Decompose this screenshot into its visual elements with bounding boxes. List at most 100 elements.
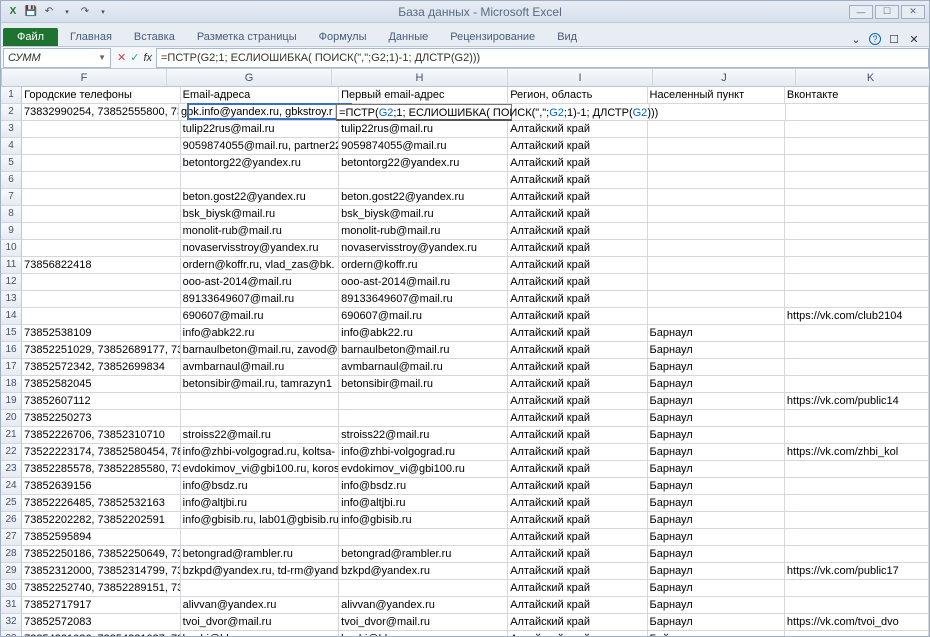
cell[interactable]: [785, 410, 929, 427]
cell[interactable]: bsk_biysk@mail.ru: [181, 206, 340, 223]
cell[interactable]: [181, 172, 340, 189]
fx-icon[interactable]: fx: [143, 52, 152, 64]
cell[interactable]: monolit-rub@mail.ru: [181, 223, 340, 240]
cell[interactable]: [648, 308, 785, 325]
cell[interactable]: 73852639156: [22, 478, 181, 495]
cell[interactable]: 73522223174, 73852580454, 7844: [22, 444, 181, 461]
cell[interactable]: Барнаул: [648, 580, 785, 597]
row-header[interactable]: 10: [1, 240, 22, 257]
cell[interactable]: [648, 206, 785, 223]
close-workbook-icon[interactable]: ✕: [907, 32, 921, 46]
cell[interactable]: [181, 529, 340, 546]
cell[interactable]: [648, 189, 785, 206]
cell[interactable]: Алтайский край: [508, 223, 647, 240]
save-icon[interactable]: 💾: [23, 4, 39, 20]
cell[interactable]: betongrad@rambler.ru: [339, 546, 508, 563]
cell[interactable]: [650, 104, 786, 121]
cell[interactable]: Барнаул: [648, 478, 785, 495]
cell[interactable]: 73852595894: [22, 529, 181, 546]
ribbon-tab[interactable]: Вид: [549, 28, 585, 46]
column-header[interactable]: I: [508, 69, 653, 86]
cell[interactable]: Алтайский край: [508, 631, 647, 636]
cell[interactable]: beton.gost22@yandex.ru: [181, 189, 340, 206]
cell[interactable]: Алтайский край: [508, 580, 647, 597]
cell[interactable]: Алтайский край: [508, 342, 647, 359]
maximize-button[interactable]: ☐: [875, 5, 899, 19]
minimize-ribbon-icon[interactable]: ⌄: [849, 32, 863, 46]
row-header[interactable]: 9: [1, 223, 22, 240]
cell[interactable]: Бийск: [648, 631, 785, 636]
cell[interactable]: novaservisstroy@yandex.ru: [339, 240, 508, 257]
close-button[interactable]: ✕: [901, 5, 925, 19]
cell[interactable]: Барнаул: [648, 342, 785, 359]
cell[interactable]: [22, 223, 181, 240]
row-header[interactable]: 1: [1, 87, 22, 104]
cell[interactable]: avmbarnaul@mail.ru: [339, 359, 508, 376]
cell[interactable]: tvoi_dvor@mail.ru: [339, 614, 508, 631]
cell[interactable]: Алтайский край: [508, 597, 647, 614]
row-header[interactable]: 7: [1, 189, 22, 206]
cell[interactable]: [181, 393, 340, 410]
ribbon-tab[interactable]: Разметка страницы: [189, 28, 305, 46]
cell[interactable]: Барнаул: [648, 325, 785, 342]
cell[interactable]: [22, 240, 181, 257]
cell[interactable]: [648, 257, 785, 274]
name-box[interactable]: СУММ ▼: [3, 48, 111, 68]
cell[interactable]: Алтайский край: [508, 172, 647, 189]
row-header[interactable]: 22: [1, 444, 22, 461]
cell[interactable]: [648, 155, 785, 172]
cell[interactable]: [785, 546, 929, 563]
ribbon-tab[interactable]: Данные: [380, 28, 436, 46]
row-header[interactable]: 2: [1, 104, 22, 121]
cell[interactable]: barnaulbeton@mail.ru, zavod@: [181, 342, 340, 359]
cell[interactable]: Email-адреса: [181, 87, 340, 104]
cell[interactable]: [785, 529, 929, 546]
cell[interactable]: [648, 274, 785, 291]
restore-window-icon[interactable]: ☐: [887, 32, 901, 46]
cell[interactable]: https://vk.com/public17: [785, 563, 929, 580]
cell[interactable]: [785, 240, 929, 257]
row-header[interactable]: 33: [1, 631, 22, 636]
cell[interactable]: [22, 172, 181, 189]
cell[interactable]: ordern@koffr.ru: [339, 257, 508, 274]
row-header[interactable]: 3: [1, 121, 22, 138]
cell[interactable]: [785, 274, 929, 291]
ribbon-tab[interactable]: Рецензирование: [442, 28, 543, 46]
undo-icon[interactable]: ↶: [41, 4, 57, 20]
cell[interactable]: 73852226706, 73852310710: [22, 427, 181, 444]
row-header[interactable]: 27: [1, 529, 22, 546]
cell[interactable]: 73852251029, 73852689177, 7385: [22, 342, 181, 359]
cell[interactable]: Барнаул: [648, 461, 785, 478]
cell[interactable]: [785, 512, 929, 529]
cell[interactable]: [785, 376, 929, 393]
row-header[interactable]: 5: [1, 155, 22, 172]
cell[interactable]: [786, 104, 929, 121]
cell[interactable]: tulip22rus@mail.ru: [339, 121, 508, 138]
cell[interactable]: [785, 121, 929, 138]
cell[interactable]: 73832990254, 73852555800, 7385: [22, 104, 179, 121]
redo-icon[interactable]: ↷: [77, 4, 93, 20]
cell[interactable]: novaservisstroy@yandex.ru: [181, 240, 340, 257]
cell[interactable]: [648, 121, 785, 138]
cell[interactable]: 73852607112: [22, 393, 181, 410]
cell[interactable]: evdokimov_vi@gbi100.ru: [339, 461, 508, 478]
row-header[interactable]: 11: [1, 257, 22, 274]
cell[interactable]: info@bsdz.ru: [339, 478, 508, 495]
cell[interactable]: beton.gost22@yandex.ru: [339, 189, 508, 206]
cell[interactable]: Алтайский край: [508, 189, 647, 206]
row-header[interactable]: 18: [1, 376, 22, 393]
qat-customize-icon[interactable]: ▾: [95, 4, 111, 20]
cell[interactable]: Барнаул: [648, 376, 785, 393]
cell[interactable]: https://vk.com/zhbi_kol: [785, 444, 929, 461]
cell[interactable]: Барнаул: [648, 614, 785, 631]
cell[interactable]: [785, 342, 929, 359]
cell[interactable]: Барнаул: [648, 597, 785, 614]
cell[interactable]: [648, 138, 785, 155]
cell[interactable]: Алтайский край: [508, 529, 647, 546]
cell[interactable]: Городские телефоны: [22, 87, 181, 104]
cell[interactable]: info@zhbi-volgograd.ru: [339, 444, 508, 461]
row-header[interactable]: 25: [1, 495, 22, 512]
ribbon-tab[interactable]: Вставка: [126, 28, 183, 46]
cell[interactable]: 690607@mail.ru: [339, 308, 508, 325]
cell[interactable]: Барнаул: [648, 359, 785, 376]
